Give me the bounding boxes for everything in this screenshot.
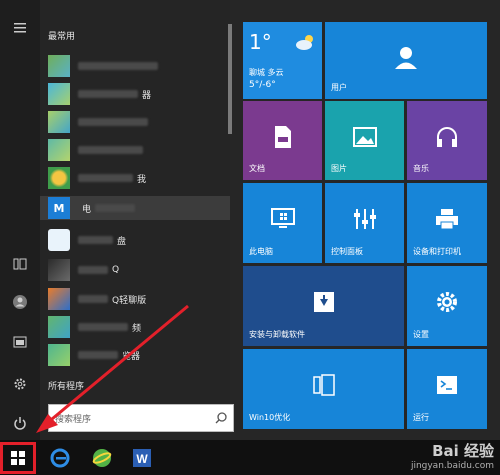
watermark-brand: Bai 经验	[432, 442, 494, 460]
annotation-arrow	[36, 304, 189, 433]
watermark: Bai 经验 jingyan.baidu.com	[411, 440, 494, 471]
watermark-url: jingyan.baidu.com	[410, 461, 494, 471]
start-menu: 最常用 器 我 M 电 盘 Q Q轻聊版 频 览器 所有程序 搜索程序 1° 聊…	[0, 0, 500, 475]
